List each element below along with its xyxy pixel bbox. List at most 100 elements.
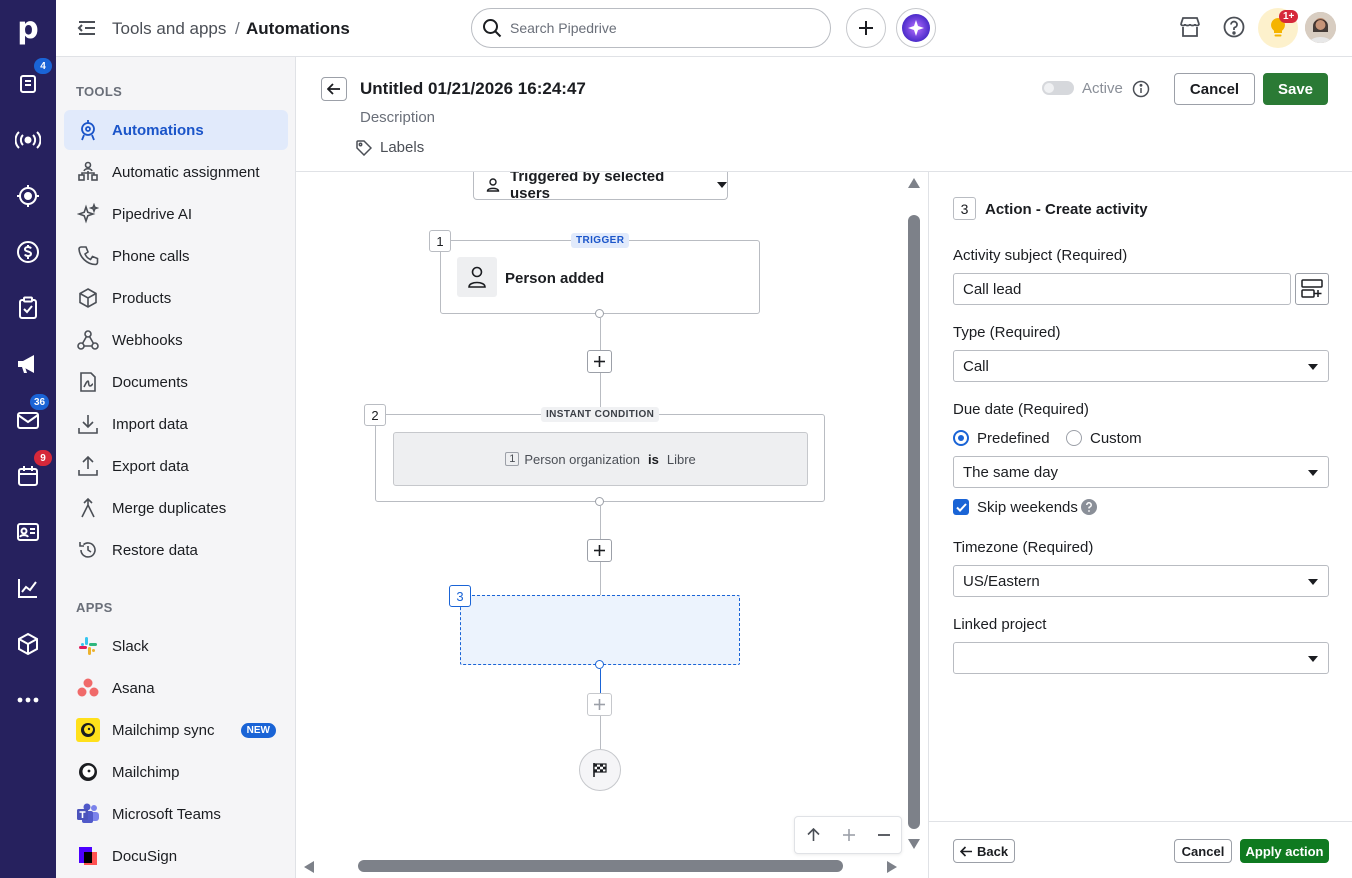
sidebar-item-pipedrive-ai[interactable]: Pipedrive AI <box>64 194 288 234</box>
back-button[interactable] <box>321 77 347 101</box>
quick-add-button[interactable] <box>846 8 886 48</box>
active-label: Active <box>1082 80 1123 97</box>
due-date-label: Due date (Required) <box>953 401 1089 418</box>
condition-summary[interactable]: 1 Person organization is Libre <box>393 432 808 486</box>
top-bar: Tools and apps / Automations 1+ <box>56 0 1352 57</box>
rail-mail[interactable]: 36 <box>0 392 56 448</box>
horizontal-scrollbar[interactable] <box>358 860 843 872</box>
rail-broadcast[interactable] <box>0 112 56 168</box>
trigger-node[interactable]: TRIGGER Person added <box>440 233 760 314</box>
sidebar-item-asana[interactable]: Asana <box>64 668 288 708</box>
triggered-by-dropdown[interactable]: Triggered by selected users <box>473 172 728 202</box>
vertical-scrollbar[interactable] <box>908 215 920 829</box>
due-date-value: The same day <box>963 463 1059 481</box>
rail-insights[interactable] <box>0 560 56 616</box>
custom-label[interactable]: Custom <box>1090 430 1142 447</box>
action-node-placeholder[interactable] <box>460 595 740 665</box>
sidebar-item-merge-duplicates[interactable]: Merge duplicates <box>64 488 288 528</box>
custom-radio[interactable] <box>1066 430 1082 446</box>
step-number: 3 <box>449 585 471 607</box>
sidebar-item-mailchimp[interactable]: Mailchimp <box>64 752 288 792</box>
rail-activities[interactable] <box>0 280 56 336</box>
workflow-canvas[interactable]: Triggered by selected users TRIGGER Pers… <box>296 172 928 878</box>
apps-heading: APPS <box>76 600 113 615</box>
sidebar-item-phone-calls[interactable]: Phone calls <box>64 236 288 276</box>
description-field[interactable]: Description <box>360 109 435 126</box>
linked-project-select[interactable] <box>953 642 1329 674</box>
action-settings-panel: 3 Action - Create activity Activity subj… <box>928 172 1352 878</box>
collapse-menu-icon[interactable] <box>76 17 98 39</box>
breadcrumb-parent[interactable]: Tools and apps <box>112 19 226 39</box>
scroll-left-icon[interactable] <box>304 861 314 873</box>
subject-input[interactable]: Call lead <box>953 273 1291 305</box>
scroll-down-icon[interactable] <box>908 839 920 849</box>
add-step-button[interactable] <box>587 693 612 716</box>
scroll-up-icon[interactable] <box>908 178 920 188</box>
cancel-button[interactable]: Cancel <box>1174 73 1255 105</box>
sidebar-item-documents[interactable]: Documents <box>64 362 288 402</box>
timezone-select[interactable]: US/Eastern <box>953 565 1329 597</box>
sidebar-item-label: Mailchimp sync <box>112 721 215 739</box>
automation-title[interactable]: Untitled 01/21/2026 16:24:47 <box>360 79 586 99</box>
sidebar-item-label: Documents <box>112 373 188 391</box>
insert-field-button[interactable] <box>1295 273 1329 305</box>
connector-dot <box>595 660 604 669</box>
zoom-out-icon[interactable] <box>877 834 890 836</box>
rail-calendar[interactable]: 9 <box>0 448 56 504</box>
active-toggle[interactable] <box>1042 81 1074 95</box>
help-icon[interactable] <box>1223 16 1245 38</box>
predefined-label[interactable]: Predefined <box>977 430 1050 447</box>
zoom-in-icon[interactable] <box>842 829 855 841</box>
condition-node[interactable]: INSTANT CONDITION 1 Person organization … <box>375 407 825 502</box>
info-icon[interactable] <box>1132 80 1150 98</box>
marketplace-icon[interactable] <box>1179 16 1201 38</box>
skip-weekends-checkbox[interactable] <box>953 499 969 515</box>
save-button[interactable]: Save <box>1263 73 1328 105</box>
sidebar-item-import-data[interactable]: Import data <box>64 404 288 444</box>
rail-more[interactable] <box>0 672 56 728</box>
tools-sidebar: TOOLS Automations Automatic assignment P… <box>56 57 296 878</box>
ai-assistant-button[interactable] <box>896 8 936 48</box>
pipedrive-logo[interactable]: p <box>0 0 56 56</box>
due-date-select[interactable]: The same day <box>953 456 1329 488</box>
sidebar-item-export-data[interactable]: Export data <box>64 446 288 486</box>
rail-campaigns[interactable] <box>0 336 56 392</box>
apply-action-button[interactable]: Apply action <box>1240 839 1329 863</box>
merge-icon <box>76 496 100 520</box>
plus-icon <box>594 356 605 367</box>
rail-products[interactable] <box>0 616 56 672</box>
sidebar-item-microsoft-teams[interactable]: Microsoft Teams <box>64 794 288 834</box>
rail-target[interactable] <box>0 168 56 224</box>
sidebar-item-products[interactable]: Products <box>64 278 288 318</box>
rail-deals[interactable] <box>0 224 56 280</box>
sidebar-item-label: Automations <box>112 121 204 139</box>
add-step-button[interactable] <box>587 350 612 373</box>
add-step-button[interactable] <box>587 539 612 562</box>
search-box[interactable] <box>471 8 831 48</box>
sidebar-item-slack[interactable]: Slack <box>64 626 288 666</box>
sidebar-item-mailchimp-sync[interactable]: Mailchimp sync NEW <box>64 710 288 750</box>
sidebar-item-restore-data[interactable]: Restore data <box>64 530 288 570</box>
rail-leads-inbox[interactable]: 4 <box>0 56 56 112</box>
plus-icon <box>594 699 605 710</box>
predefined-radio[interactable] <box>953 430 969 446</box>
sidebar-item-webhooks[interactable]: Webhooks <box>64 320 288 360</box>
labels-button[interactable]: Labels <box>356 139 424 156</box>
sidebar-item-automatic-assignment[interactable]: Automatic assignment <box>64 152 288 192</box>
connector-dot <box>595 497 604 506</box>
box-icon <box>76 286 100 310</box>
connector <box>600 716 601 749</box>
avatar[interactable] <box>1305 12 1336 43</box>
skip-weekends-label[interactable]: Skip weekends <box>977 499 1078 516</box>
sidebar-item-automations[interactable]: Automations <box>64 110 288 150</box>
rail-contacts[interactable] <box>0 504 56 560</box>
sidebar-item-docusign[interactable]: DocuSign <box>64 836 288 876</box>
back-button[interactable]: Back <box>953 839 1015 863</box>
scroll-right-icon[interactable] <box>887 861 897 873</box>
connector <box>600 669 601 693</box>
search-input[interactable] <box>510 20 810 36</box>
type-select[interactable]: Call <box>953 350 1329 382</box>
arrow-up-icon[interactable] <box>806 828 820 842</box>
help-icon[interactable] <box>1081 499 1097 515</box>
panel-cancel-button[interactable]: Cancel <box>1174 839 1232 863</box>
